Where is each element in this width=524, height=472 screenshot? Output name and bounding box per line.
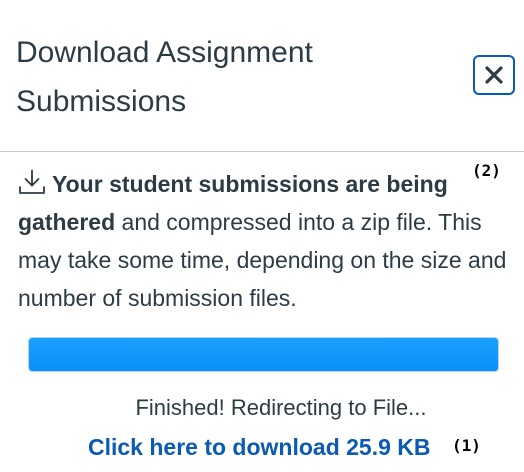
dialog-title-line-1: Download Assignment <box>16 36 313 69</box>
dialog-title: Download Assignment Submissions <box>16 28 416 126</box>
dialog-body: (2) Your student submissions are being g… <box>0 153 524 472</box>
dialog-header: Download Assignment Submissions <box>0 0 524 152</box>
close-x-icon <box>485 66 503 84</box>
progress-bar <box>28 337 499 372</box>
download-link[interactable]: Click here to download 25.9 KB <box>88 430 431 464</box>
dialog-title-line-2: Submissions <box>16 85 187 118</box>
status-text: Finished! Redirecting to File... <box>135 395 427 420</box>
gathering-message: Your student submissions are being gathe… <box>18 165 514 317</box>
annotation-marker-1: (1) <box>452 436 481 455</box>
close-button[interactable] <box>473 55 515 95</box>
download-submissions-dialog: Download Assignment Submissions (2) Your … <box>0 0 524 472</box>
download-icon <box>19 169 45 194</box>
progress-bar-fill <box>29 338 498 371</box>
